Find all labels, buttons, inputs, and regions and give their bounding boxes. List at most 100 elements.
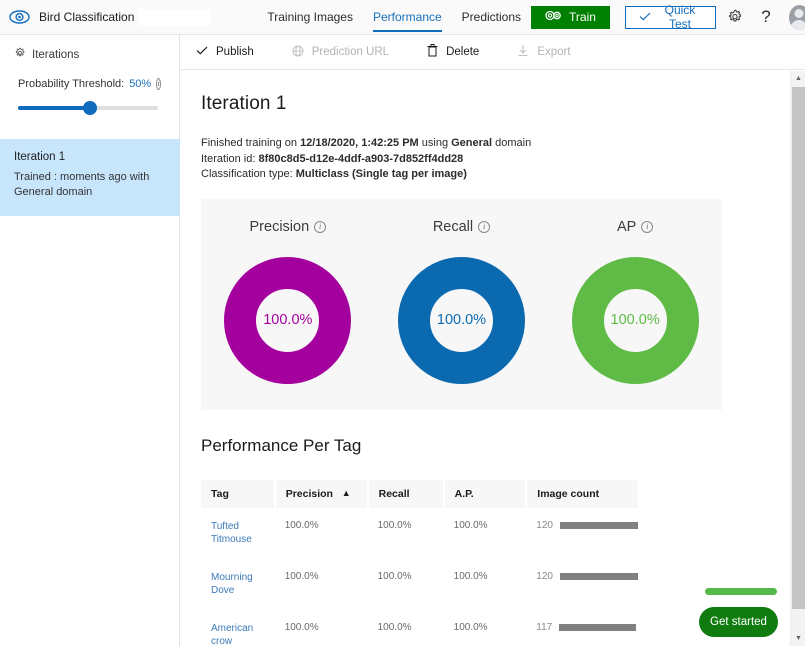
gear-icon[interactable] — [722, 2, 747, 32]
check-icon — [196, 46, 208, 58]
scrollbar-thumb[interactable] — [792, 87, 805, 609]
meta-date: 12/18/2020, 1:42:25 PM — [300, 137, 419, 149]
table-row[interactable]: Mourning Dove 100.0% 100.0% 100.0% 120 — [201, 559, 638, 610]
meta-prefix: Finished training on — [201, 137, 301, 149]
donut-chart-precision: 100.0% — [224, 256, 352, 384]
cell-image-count: 117 — [526, 610, 638, 646]
meta-line-classification-type: Classification type: Multiclass (Single … — [201, 167, 790, 183]
metric-precision-label: Precision — [249, 218, 310, 235]
avatar[interactable] — [788, 4, 805, 30]
delete-button[interactable]: Delete — [427, 44, 479, 60]
meta-line-finished-training: Finished training on 12/18/2020, 1:42:25… — [201, 136, 790, 152]
metric-precision: Precision i 100.0% — [208, 219, 368, 384]
meta-domain: General — [451, 137, 493, 149]
column-header-precision[interactable]: Precision ▲ — [274, 479, 369, 508]
quick-test-button[interactable]: Quick Test — [624, 3, 716, 31]
sidebar-header-label: Iterations — [32, 48, 80, 61]
prediction-url-button: Prediction URL — [292, 45, 389, 60]
tab-training-images[interactable]: Training Images — [257, 0, 363, 35]
chevron-up-icon[interactable]: ▲ — [791, 71, 805, 86]
meta-mid: using — [418, 137, 452, 149]
sidebar-header: Iterations — [0, 35, 179, 62]
metric-ap-label: AP — [616, 218, 637, 235]
column-header-precision-label: Precision — [285, 487, 333, 500]
cell-precision: 100.0% — [284, 519, 319, 531]
tag-link[interactable]: American crow — [211, 622, 275, 646]
cell-ap: 100.0% — [453, 519, 488, 531]
table-row[interactable]: American crow 100.0% 100.0% 100.0% 117 — [201, 610, 638, 646]
get-started-button[interactable]: Get started — [699, 607, 778, 637]
quick-test-button-label: Quick Test — [664, 3, 696, 31]
cell-tag: Tufted Titmouse — [201, 508, 275, 559]
sort-ascending-icon: ▲ — [341, 487, 351, 498]
probability-threshold-label: Probability Threshold: 50% i — [18, 78, 161, 90]
trash-icon — [427, 44, 438, 60]
eye-icon[interactable] — [9, 6, 30, 28]
table-header: Tag Precision ▲ Recall A.P. Image count — [201, 479, 638, 508]
info-icon[interactable]: i — [156, 78, 161, 90]
tag-link[interactable]: Mourning Dove — [211, 571, 275, 598]
cell-recall: 100.0% — [377, 570, 412, 582]
cell-image-count: 120 — [526, 508, 638, 559]
performance-table: Tag Precision ▲ Recall A.P. Image count … — [201, 479, 638, 646]
donut-value-precision: 100.0% — [263, 312, 313, 328]
metrics-panel: Precision i 100.0% Recall i 100.0% AP i … — [201, 198, 722, 410]
check-icon — [639, 10, 651, 24]
top-bar: Bird Classification Training Images Perf… — [0, 0, 805, 35]
slider-thumb[interactable] — [83, 101, 97, 115]
threshold-value: 50% — [129, 78, 152, 90]
tab-predictions[interactable]: Predictions — [452, 0, 531, 35]
image-count-bar — [559, 572, 638, 580]
app-root: Bird Classification Training Images Perf… — [0, 0, 805, 646]
slider-fill — [18, 106, 90, 110]
image-count-cell: 120 — [536, 571, 638, 582]
image-count-bar — [559, 623, 637, 631]
image-count-cell: 117 — [536, 622, 638, 633]
project-name-input[interactable] — [139, 8, 212, 26]
image-count-value: 117 — [536, 621, 553, 633]
cell-recall: 100.0% — [377, 621, 412, 633]
column-header-ap[interactable]: A.P. — [443, 479, 528, 508]
iteration-card-subtitle: Trained : moments ago with General domai… — [14, 171, 150, 198]
metric-recall-title: Recall i — [433, 219, 491, 235]
cell-ap: 100.0% — [453, 621, 488, 633]
sidebar-item-iteration-1[interactable]: Iteration 1 Trained : moments ago with G… — [0, 139, 180, 216]
tab-performance[interactable]: Performance — [363, 0, 452, 35]
info-icon[interactable]: i — [478, 220, 491, 233]
publish-button[interactable]: Publish — [196, 46, 254, 58]
progress-pill — [705, 588, 777, 595]
train-button[interactable]: Train — [531, 5, 610, 29]
help-icon[interactable]: ? — [753, 2, 778, 32]
tag-link[interactable]: Tufted Titmouse — [211, 520, 275, 547]
metric-recall: Recall i 100.0% — [381, 219, 541, 384]
publish-label: Publish — [216, 46, 254, 58]
train-rings-icon — [545, 10, 562, 24]
meta-suffix: domain — [492, 137, 532, 149]
globe-icon — [292, 45, 304, 60]
image-count-value: 120 — [536, 519, 553, 531]
image-count-value: 120 — [536, 570, 553, 582]
cell-ap: 100.0% — [453, 570, 488, 582]
donut-value-recall: 100.0% — [436, 312, 487, 328]
app-title: Bird Classification — [39, 10, 135, 24]
cell-precision: 100.0% — [284, 570, 319, 582]
meta-id-value: 8f80c8d5-d12e-4ddf-a903-7d852ff4dd28 — [258, 152, 464, 165]
cell-recall: 100.0% — [377, 519, 412, 531]
column-header-image-count[interactable]: Image count — [526, 479, 638, 508]
vertical-scrollbar[interactable]: ▲ ▼ — [790, 71, 805, 646]
export-label: Export — [537, 46, 571, 58]
chevron-down-icon[interactable]: ▼ — [791, 631, 805, 646]
info-icon[interactable]: i — [641, 220, 654, 233]
info-icon[interactable]: i — [314, 220, 327, 233]
cell-image-count: 120 — [526, 559, 638, 610]
metric-precision-title: Precision i — [250, 219, 327, 235]
column-header-tag[interactable]: Tag — [201, 479, 276, 508]
table-row[interactable]: Tufted Titmouse 100.0% 100.0% 100.0% 120 — [201, 508, 638, 559]
probability-threshold-slider[interactable] — [18, 101, 161, 115]
download-icon — [517, 44, 529, 60]
probability-threshold-control: Probability Threshold: 50% i — [0, 62, 179, 115]
image-count-bar — [559, 521, 638, 529]
donut-value-ap: 100.0% — [610, 312, 660, 328]
meta-type-value: Multiclass (Single tag per image) — [295, 168, 467, 180]
column-header-recall[interactable]: Recall — [367, 479, 445, 508]
